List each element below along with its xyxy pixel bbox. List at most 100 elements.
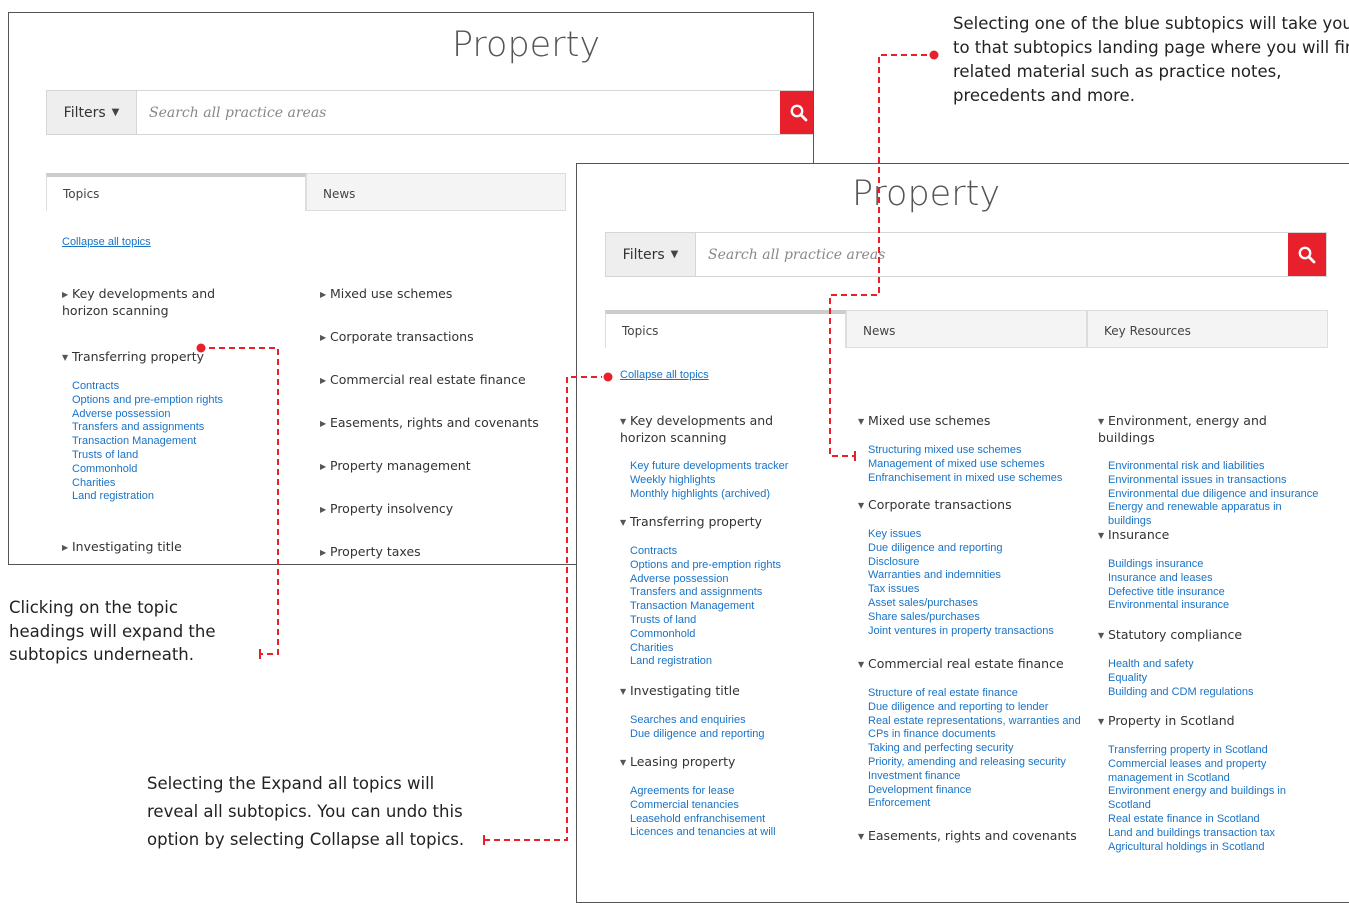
search-input[interactable]: Search all practice areas: [696, 233, 1288, 276]
subtopic-link[interactable]: Due diligence and reporting to lender: [868, 701, 1083, 715]
subtopic-link[interactable]: Share sales/purchases: [868, 611, 1083, 625]
subtopic-link[interactable]: Transfers and assignments: [630, 586, 795, 600]
topic-heading[interactable]: ▼ Transferring property: [620, 514, 795, 531]
subtopic-link[interactable]: Commonhold: [630, 628, 795, 642]
subtopic-link[interactable]: Trusts of land: [72, 449, 262, 463]
triangle-down-icon: ▼: [1098, 531, 1105, 540]
subtopic-link[interactable]: Enforcement: [868, 797, 1083, 811]
tab-topics[interactable]: Topics: [46, 173, 306, 211]
subtopic-link[interactable]: Management of mixed use schemes: [868, 458, 1083, 472]
subtopic-link[interactable]: Transaction Management: [72, 435, 262, 449]
tab-news[interactable]: News: [306, 173, 566, 211]
collapse-all-topics-link[interactable]: Collapse all topics: [62, 236, 151, 248]
subtopic-link[interactable]: Environmental risk and liabilities: [1108, 460, 1326, 474]
subtopic-link[interactable]: Commercial tenancies: [630, 799, 795, 813]
search-button[interactable]: [1288, 233, 1326, 276]
subtopic-link[interactable]: Building and CDM regulations: [1108, 686, 1326, 700]
subtopic-link[interactable]: Trusts of land: [630, 614, 795, 628]
subtopic-link[interactable]: Warranties and indemnities: [868, 569, 1083, 583]
topic-heading[interactable]: ▼ Environment, energy and buildings: [1098, 413, 1326, 446]
filters-button[interactable]: Filters ▼: [47, 91, 137, 134]
subtopic-link[interactable]: Enfranchisement in mixed use schemes: [868, 472, 1083, 486]
subtopic-link[interactable]: Commonhold: [72, 463, 262, 477]
subtopic-link[interactable]: Key future developments tracker: [630, 460, 795, 474]
topic-heading[interactable]: ▼ Investigating title: [620, 683, 795, 700]
subtopic-link[interactable]: Contracts: [72, 380, 262, 394]
topic-heading[interactable]: ▶ Property taxes: [320, 544, 560, 561]
subtopic-link[interactable]: Disclosure: [868, 556, 1083, 570]
topic-heading[interactable]: ▶ Commercial real estate finance: [320, 372, 560, 389]
topic-heading[interactable]: ▼ Mixed use schemes: [858, 413, 1083, 430]
subtopic-link[interactable]: Adverse possession: [72, 408, 262, 422]
subtopic-link[interactable]: Structure of real estate finance: [868, 687, 1083, 701]
subtopic-link[interactable]: Land registration: [72, 490, 262, 504]
topic-heading[interactable]: ▼ Property in Scotland: [1098, 713, 1326, 730]
tab-news[interactable]: News: [846, 310, 1087, 348]
tab-topics[interactable]: Topics: [605, 310, 846, 348]
topic-heading[interactable]: ▶ Property insolvency: [320, 501, 560, 518]
search-button[interactable]: [780, 91, 813, 134]
subtopic-link[interactable]: Contracts: [630, 545, 795, 559]
subtopic-link[interactable]: Transfers and assignments: [72, 421, 262, 435]
subtopic-link[interactable]: Charities: [630, 642, 795, 656]
topic-heading[interactable]: ▼ Transferring property: [62, 349, 262, 366]
subtopic-link[interactable]: Energy and renewable apparatus in buildi…: [1108, 501, 1326, 529]
subtopic-link[interactable]: Transaction Management: [630, 600, 795, 614]
subtopic-link[interactable]: Joint ventures in property transactions: [868, 625, 1083, 639]
filters-button[interactable]: Filters ▼: [606, 233, 696, 276]
subtopic-link[interactable]: Taking and perfecting security: [868, 742, 1083, 756]
subtopic-link[interactable]: Real estate finance in Scotland: [1108, 813, 1326, 827]
subtopic-link[interactable]: Health and safety: [1108, 658, 1326, 672]
subtopic-link[interactable]: Adverse possession: [630, 573, 795, 587]
tab-key-resources[interactable]: Key Resources: [1087, 310, 1328, 348]
topic-heading[interactable]: ▼ Commercial real estate finance: [858, 656, 1083, 673]
subtopic-link[interactable]: Commercial leases and property managemen…: [1108, 758, 1326, 786]
topic-heading[interactable]: ▼ Leasing property: [620, 754, 795, 771]
subtopic-link[interactable]: Investment finance: [868, 770, 1083, 784]
topic-heading[interactable]: ▶ Property management: [320, 458, 560, 475]
topic-heading[interactable]: ▼ Key developments and horizon scanning: [620, 413, 795, 446]
topic-heading[interactable]: ▶ Mixed use schemes: [320, 286, 560, 303]
topic-heading[interactable]: ▼ Corporate transactions: [858, 497, 1083, 514]
topic-heading[interactable]: ▶ Investigating title: [62, 539, 262, 556]
subtopic-link[interactable]: Insurance and leases: [1108, 572, 1326, 586]
subtopic-link[interactable]: Due diligence and reporting: [868, 542, 1083, 556]
subtopic-link[interactable]: Environmental due diligence and insuranc…: [1108, 488, 1326, 502]
subtopic-link[interactable]: Agreements for lease: [630, 785, 795, 799]
search-input[interactable]: Search all practice areas: [137, 91, 780, 134]
topic-heading[interactable]: ▼ Insurance: [1098, 527, 1326, 544]
subtopic-list: Transferring property in Scotland Commerc…: [1108, 744, 1326, 854]
subtopic-link[interactable]: Structuring mixed use schemes: [868, 444, 1083, 458]
subtopic-link[interactable]: Land registration: [630, 655, 795, 669]
subtopic-link[interactable]: Asset sales/purchases: [868, 597, 1083, 611]
subtopic-link[interactable]: Leasehold enfranchisement: [630, 813, 795, 827]
subtopic-link[interactable]: Defective title insurance: [1108, 586, 1326, 600]
topic-heading[interactable]: ▶ Easements, rights and covenants: [320, 415, 560, 432]
subtopic-link[interactable]: Equality: [1108, 672, 1326, 686]
topic-heading[interactable]: ▶ Corporate transactions: [320, 329, 560, 346]
subtopic-link[interactable]: Weekly highlights: [630, 474, 795, 488]
subtopic-link[interactable]: Tax issues: [868, 583, 1083, 597]
subtopic-link[interactable]: Searches and enquiries: [630, 714, 795, 728]
subtopic-link[interactable]: Priority, amending and releasing securit…: [868, 756, 1083, 770]
subtopic-link[interactable]: Environment energy and buildings in Scot…: [1108, 785, 1326, 813]
subtopic-link[interactable]: Environmental insurance: [1108, 599, 1326, 613]
subtopic-link[interactable]: Charities: [72, 477, 262, 491]
subtopic-link[interactable]: Development finance: [868, 784, 1083, 798]
subtopic-link[interactable]: Environmental issues in transactions: [1108, 474, 1326, 488]
subtopic-link[interactable]: Agricultural holdings in Scotland: [1108, 841, 1326, 855]
topic-heading[interactable]: ▼ Easements, rights and covenants: [858, 828, 1083, 845]
subtopic-link[interactable]: Transferring property in Scotland: [1108, 744, 1326, 758]
subtopic-link[interactable]: Due diligence and reporting: [630, 728, 795, 742]
subtopic-link[interactable]: Monthly highlights (archived): [630, 488, 795, 502]
subtopic-link[interactable]: Buildings insurance: [1108, 558, 1326, 572]
subtopic-link[interactable]: Land and buildings transaction tax: [1108, 827, 1326, 841]
subtopic-link[interactable]: Key issues: [868, 528, 1083, 542]
topic-heading[interactable]: ▶ Key developments and horizon scanning: [62, 286, 262, 319]
subtopic-link[interactable]: Options and pre-emption rights: [630, 559, 795, 573]
collapse-all-topics-link[interactable]: Collapse all topics: [620, 369, 709, 381]
topic-heading[interactable]: ▼ Statutory compliance: [1098, 627, 1326, 644]
subtopic-link[interactable]: Real estate representations, warranties …: [868, 715, 1083, 743]
subtopic-link[interactable]: Options and pre-emption rights: [72, 394, 262, 408]
subtopic-link[interactable]: Licences and tenancies at will: [630, 826, 795, 840]
